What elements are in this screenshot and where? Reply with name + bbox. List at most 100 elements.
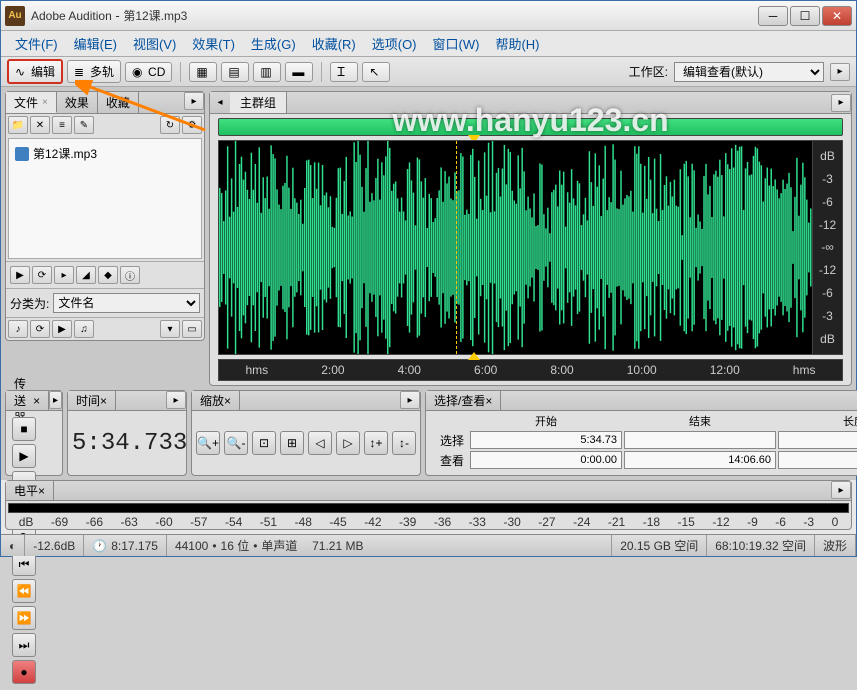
preview-loop-button[interactable]: ⟳ [32,266,52,284]
info-button[interactable]: ⓘ [120,266,140,284]
status-clock-icon: 🕐 [92,539,107,553]
sel-end-input[interactable] [624,431,776,449]
prev-panel-icon[interactable]: ◂ [210,94,230,112]
maximize-button[interactable]: ☐ [790,6,820,26]
rewind-button[interactable]: ⏪ [12,579,36,603]
spectral-button[interactable]: ▦ [189,62,217,82]
menu-window[interactable]: 窗口(W) [427,31,486,56]
panel-options-icon[interactable]: ▸ [184,92,204,110]
preview-autoplay-button[interactable]: ▸ [54,266,74,284]
view-button-3[interactable]: ▥ [253,62,281,82]
sel-length-input[interactable] [778,431,857,449]
status-total: 68:10:19.32 空间 [707,535,815,556]
tab-favorites[interactable]: 收藏 [98,92,139,113]
view-audio-icon[interactable]: ♪ [8,320,28,338]
zoom-menu-icon[interactable]: ▸ [400,391,420,409]
view-start-input[interactable] [470,451,622,469]
zoom-in-left-button[interactable]: ◁ [308,431,332,455]
edit-file-button[interactable]: ✎ [74,116,94,134]
timeline-playhead-icon[interactable] [468,352,480,360]
status-mode: 波形 [815,535,856,556]
options-button[interactable]: ⚙ [182,116,202,134]
workspace-select[interactable]: 编辑查看(默认) [674,62,824,82]
status-db: -12.6dB [25,535,84,556]
menu-view[interactable]: 视图(V) [127,31,182,56]
navigator-bar[interactable] [218,118,843,136]
play-button[interactable]: ▶ [12,444,36,468]
mode-cd-button[interactable]: ◉CD [125,62,172,82]
show-options-icon[interactable]: ▾ [160,320,180,338]
level-scale: dB-69-66-63-60-57-54-51-48-45-42-39-36-3… [6,515,851,529]
menu-edit[interactable]: 编辑(E) [68,31,123,56]
tab-effects[interactable]: 效果 [57,92,98,113]
sel-row-label: 选择 [428,432,468,449]
selection-tab[interactable]: 选择/查看× [426,391,501,410]
close-file-button[interactable]: ✕ [30,116,50,134]
forward-button[interactable]: ⏩ [12,606,36,630]
tab-files[interactable]: 文件× [6,92,57,113]
menu-file[interactable]: 文件(F) [9,31,64,56]
zoom-in-v-button[interactable]: ↕+ [364,431,388,455]
zoom-out-v-button[interactable]: ↕- [392,431,416,455]
view-midi-icon[interactable]: ♫ [74,320,94,338]
zoom-sel-button[interactable]: ⊞ [280,431,304,455]
sort-select[interactable]: 文件名 [53,293,200,313]
waveform-display[interactable] [218,140,813,355]
sel-start-input[interactable] [470,431,622,449]
time-tab[interactable]: 时间× [68,391,116,410]
mode-multitrack-button[interactable]: ≣多轨 [67,60,121,83]
record-button[interactable]: ● [12,660,36,684]
workspace-label: 工作区: [629,63,668,80]
menu-help[interactable]: 帮助(H) [489,31,545,56]
insert-button[interactable]: ≡ [52,116,72,134]
menubar: 文件(F) 编辑(E) 视图(V) 效果(T) 生成(G) 收藏(R) 选项(O… [1,31,856,57]
level-menu-icon[interactable]: ▸ [831,481,851,499]
zoom-out-h-button[interactable]: 🔍- [224,431,248,455]
status-disk: 20.15 GB 空间 [612,535,707,556]
status-samplerate: 44100 [175,539,208,553]
path-toggle-icon[interactable]: ▭ [182,320,202,338]
level-tab[interactable]: 电平× [6,481,54,500]
preview-play-button[interactable]: ▶ [10,266,30,284]
menu-options[interactable]: 选项(O) [366,31,423,56]
zoom-full-button[interactable]: ⊡ [252,431,276,455]
menu-generate[interactable]: 生成(G) [245,31,302,56]
view-end-input[interactable] [624,451,776,469]
refresh-button[interactable]: ↻ [160,116,180,134]
view-button-4[interactable]: ▬ [285,62,313,82]
close-tab-icon[interactable]: × [42,97,48,108]
editor-tab-main[interactable]: 主群组 [230,92,287,113]
zoom-tab[interactable]: 缩放× [192,391,240,410]
minimize-button[interactable]: ─ [758,6,788,26]
zoom-in-h-button[interactable]: 🔍+ [196,431,220,455]
stop-button[interactable]: ■ [12,417,36,441]
time-menu-icon[interactable]: ▸ [166,391,186,409]
view-button-2[interactable]: ▤ [221,62,249,82]
menu-effects[interactable]: 效果(T) [186,31,241,56]
marker-button[interactable]: ◆ [98,266,118,284]
view-length-input[interactable] [778,451,857,469]
phase-icon: ▥ [260,65,274,79]
close-button[interactable]: ✕ [822,6,852,26]
timeline-ruler[interactable]: hms2:004:006:008:0010:0012:00hms [218,359,843,381]
next-panel-icon[interactable]: ▸ [831,94,851,112]
cursor-tool[interactable]: Ꮖ [330,62,358,82]
zoom-in-right-button[interactable]: ▷ [336,431,360,455]
import-button[interactable]: 📁 [8,116,28,134]
multitrack-icon: ≣ [74,65,88,79]
file-list[interactable]: 第12课.mp3 [8,138,202,259]
mode-edit-button[interactable]: ∿编辑 [7,59,63,84]
transport-tab[interactable]: 传送器× [6,391,49,410]
view-video-icon[interactable]: ▶ [52,320,72,338]
transport-menu-icon[interactable]: ▸ [49,391,62,409]
menu-favorites[interactable]: 收藏(R) [306,31,362,56]
panel-menu-icon[interactable]: ▸ [830,63,850,81]
pan-icon: ▤ [228,65,242,79]
volume-icon[interactable]: ◢ [76,266,96,284]
goto-end-button[interactable]: ⏭ [12,633,36,657]
view-loop-icon[interactable]: ⟳ [30,320,50,338]
status-channels: 单声道 [261,537,297,554]
file-item[interactable]: 第12课.mp3 [13,143,197,164]
playhead-line[interactable] [456,141,457,354]
select-tool[interactable]: ↖ [362,62,390,82]
